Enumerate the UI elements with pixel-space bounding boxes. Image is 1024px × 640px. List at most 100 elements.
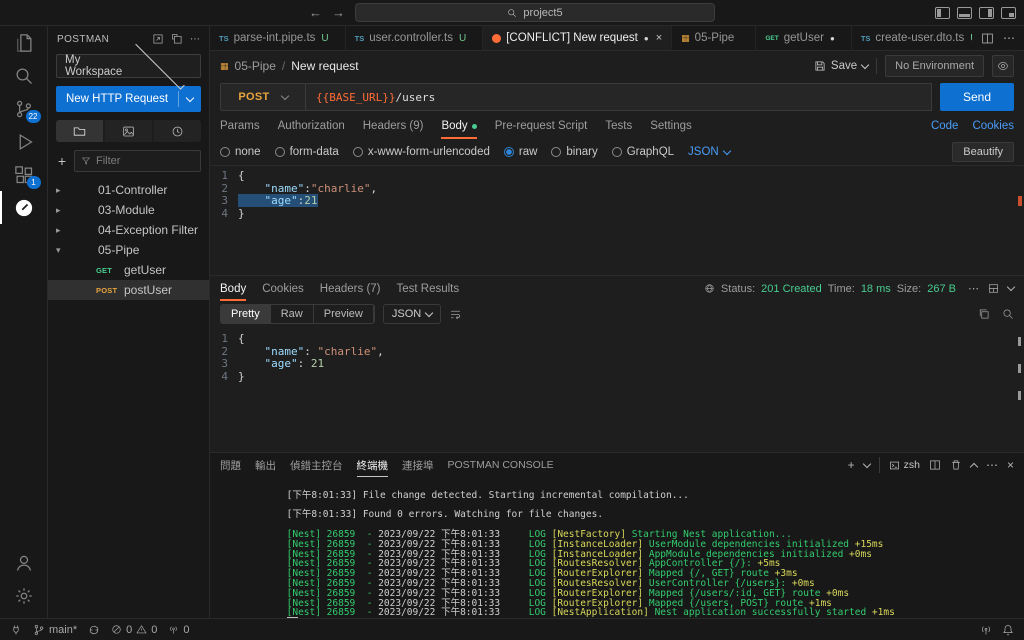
- explorer-icon[interactable]: [0, 26, 48, 59]
- panel-tab[interactable]: 偵錯主控台: [290, 453, 343, 477]
- tree-item[interactable]: ▸ 01-Controller: [48, 180, 209, 200]
- response-tab[interactable]: Headers (7): [320, 276, 381, 301]
- tree-item[interactable]: ▸ 03-Module: [48, 200, 209, 220]
- environments-tab[interactable]: [105, 120, 152, 142]
- response-language-dropdown[interactable]: JSON: [383, 304, 441, 324]
- problems-item[interactable]: 0 0: [111, 624, 157, 636]
- terminal-output[interactable]: [下午8:01:33] File change detected. Starti…: [210, 477, 1024, 618]
- toggle-panel-icon[interactable]: [957, 7, 972, 19]
- new-request-dropdown-icon[interactable]: [179, 98, 201, 101]
- git-branch-item[interactable]: main*: [33, 624, 77, 636]
- collapse-response-icon[interactable]: [1007, 283, 1015, 291]
- environment-selector[interactable]: No Environment: [885, 55, 984, 77]
- settings-gear-icon[interactable]: [0, 579, 48, 612]
- more-actions-icon[interactable]: ⋯: [1003, 31, 1015, 45]
- tab-close-icon[interactable]: ×: [656, 32, 662, 44]
- sync-icon[interactable]: [88, 624, 100, 636]
- panel-tab[interactable]: 終端機: [357, 453, 389, 477]
- add-icon[interactable]: +: [56, 153, 68, 169]
- toggle-secondary-sidebar-icon[interactable]: [979, 7, 994, 19]
- request-tab[interactable]: Headers (9): [363, 113, 424, 139]
- panel-more-icon[interactable]: ⋯: [986, 458, 998, 472]
- panel-tab[interactable]: 輸出: [255, 453, 276, 477]
- body-type-radio[interactable]: raw: [504, 146, 538, 158]
- copy-response-icon[interactable]: [978, 308, 990, 320]
- maximize-panel-icon[interactable]: [970, 462, 978, 470]
- tree-item[interactable]: POST postUser: [48, 280, 209, 300]
- terminal-instance[interactable]: zsh: [889, 459, 920, 471]
- terminal-profile-dropdown-icon[interactable]: [862, 459, 870, 467]
- filter-input[interactable]: [96, 155, 194, 167]
- request-tab[interactable]: Pre-request Script: [495, 113, 588, 139]
- view-option[interactable]: Raw: [271, 305, 314, 323]
- beautify-button[interactable]: Beautify: [952, 142, 1014, 162]
- body-type-radio[interactable]: none: [220, 146, 261, 158]
- ports-item[interactable]: 0: [168, 624, 189, 636]
- tree-item[interactable]: GET getUser: [48, 260, 209, 280]
- editor-tab[interactable]: GET getUser ●: [756, 26, 852, 50]
- forward-icon[interactable]: →: [332, 5, 345, 20]
- extensions-icon[interactable]: 1: [0, 158, 48, 191]
- response-body-editor[interactable]: 1 { 2 "name": "charlie", 3 "age": 21 4 }: [210, 327, 1024, 452]
- notifications-bell-icon[interactable]: [1002, 624, 1014, 636]
- request-tab[interactable]: Params: [220, 113, 260, 139]
- collections-tab[interactable]: [56, 120, 103, 142]
- response-tab[interactable]: Cookies: [262, 276, 304, 301]
- editor-tab[interactable]: [CONFLICT] New request ● ×: [483, 26, 672, 50]
- method-select[interactable]: POST: [220, 83, 306, 111]
- open-panel-icon[interactable]: [988, 283, 999, 294]
- more-actions-icon[interactable]: ⋯: [190, 34, 200, 45]
- close-panel-icon[interactable]: ×: [1007, 458, 1014, 472]
- radio-tower-icon[interactable]: [980, 624, 992, 636]
- tree-item[interactable]: ▾ 05-Pipe: [48, 240, 209, 260]
- breadcrumb-request-name[interactable]: New request: [291, 59, 358, 73]
- request-tab[interactable]: Settings: [650, 113, 692, 139]
- url-input[interactable]: {{BASE_URL}}/users: [306, 83, 932, 111]
- editor-tab[interactable]: ▦ 05-Pipe: [672, 26, 756, 50]
- back-icon[interactable]: ←: [309, 5, 322, 20]
- search-response-icon[interactable]: [1002, 308, 1014, 320]
- breadcrumb-collection[interactable]: 05-Pipe: [235, 59, 276, 73]
- new-terminal-icon[interactable]: +: [848, 458, 855, 472]
- request-tab[interactable]: Body: [441, 113, 476, 139]
- panel-tab[interactable]: POSTMAN CONSOLE: [448, 453, 554, 477]
- request-body-editor[interactable]: 1 { 2 "name":"charlie", 3 "age":21 4 }: [210, 165, 1024, 275]
- response-tab[interactable]: Test Results: [397, 276, 460, 301]
- source-control-icon[interactable]: 22: [0, 92, 48, 125]
- save-button[interactable]: Save: [814, 60, 868, 72]
- send-button[interactable]: Send: [940, 83, 1014, 111]
- customize-layout-icon[interactable]: [1001, 7, 1016, 19]
- request-tab[interactable]: Authorization: [278, 113, 345, 139]
- request-link[interactable]: Code: [931, 120, 959, 132]
- run-debug-icon[interactable]: [0, 125, 48, 158]
- postman-icon[interactable]: [0, 191, 48, 224]
- body-type-radio[interactable]: binary: [551, 146, 597, 158]
- response-more-icon[interactable]: ⋯: [968, 282, 979, 295]
- workspace-select[interactable]: My Workspace: [56, 54, 201, 78]
- request-tab[interactable]: Tests: [605, 113, 632, 139]
- new-http-request-button[interactable]: New HTTP Request: [56, 86, 201, 112]
- split-editor-icon[interactable]: [981, 32, 994, 45]
- toggle-sidebar-icon[interactable]: [935, 7, 950, 19]
- tree-item[interactable]: ▸ 04-Exception Filter: [48, 220, 209, 240]
- view-option[interactable]: Pretty: [221, 305, 271, 323]
- history-tab[interactable]: [154, 120, 201, 142]
- kill-terminal-icon[interactable]: [950, 459, 962, 471]
- editor-tab[interactable]: TS user.controller.ts U: [346, 26, 484, 50]
- language-dropdown[interactable]: JSON: [688, 146, 730, 158]
- split-terminal-icon[interactable]: [929, 459, 941, 471]
- body-type-radio[interactable]: x-www-form-urlencoded: [353, 146, 490, 158]
- accounts-icon[interactable]: [0, 546, 48, 579]
- body-type-radio[interactable]: form-data: [275, 146, 339, 158]
- panel-tab[interactable]: 問題: [220, 453, 241, 477]
- request-link[interactable]: Cookies: [972, 120, 1014, 132]
- response-tab[interactable]: Body: [220, 276, 246, 301]
- body-type-radio[interactable]: GraphQL: [612, 146, 674, 158]
- panel-tab[interactable]: 連接埠: [402, 453, 434, 477]
- word-wrap-icon[interactable]: [449, 308, 462, 321]
- environment-quick-look-icon[interactable]: [992, 55, 1014, 77]
- save-dropdown-icon[interactable]: [861, 60, 869, 68]
- view-option[interactable]: Preview: [314, 305, 374, 323]
- editor-tab[interactable]: TS parse-int.pipe.ts U: [210, 26, 346, 50]
- command-center[interactable]: project5: [355, 3, 715, 22]
